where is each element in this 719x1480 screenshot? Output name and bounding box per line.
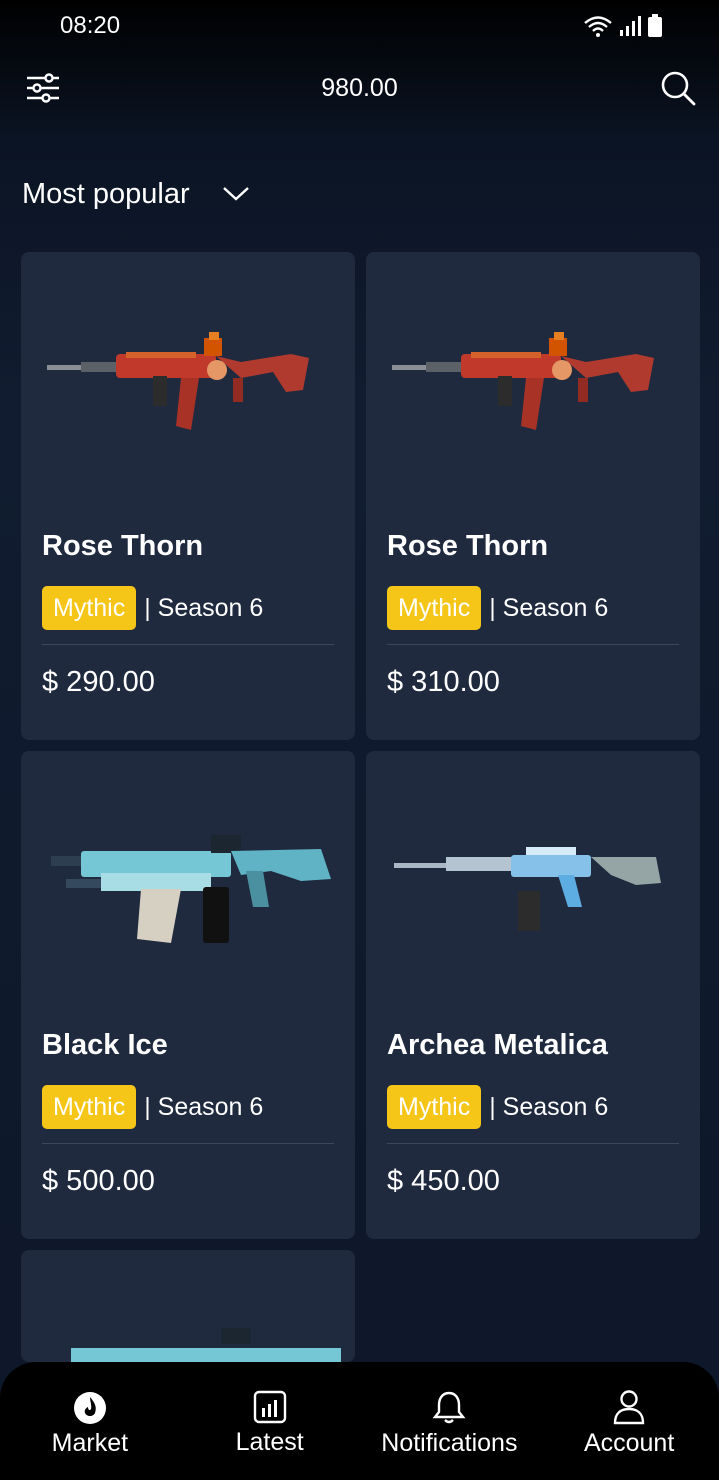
battery-icon [648, 14, 662, 37]
divider [42, 1143, 334, 1144]
item-price: $ 500.00 [42, 1165, 155, 1197]
season-label: | Season 6 [489, 1092, 609, 1121]
season-label: | Season 6 [489, 593, 609, 622]
rifle-rose-thorn-image [47, 332, 309, 430]
rifle-black-ice-image [71, 1328, 341, 1362]
item-meta: Mythic | Season 6 [387, 586, 608, 630]
season-label: | Season 6 [144, 1092, 264, 1121]
status-time: 08:20 [60, 12, 121, 39]
sort-dropdown[interactable]: Most popular [22, 168, 250, 220]
bar-chart-icon [253, 1390, 286, 1423]
user-icon [613, 1389, 645, 1424]
rifle-black-ice-image [51, 835, 331, 943]
item-card[interactable]: Rose Thorn Mythic | Season 6 $ 310.00 [366, 252, 700, 740]
rarity-badge: Mythic [387, 586, 482, 630]
item-meta: Mythic | Season 6 [387, 1085, 608, 1129]
nav-label: Account [583, 1428, 675, 1457]
item-price: $ 450.00 [387, 1165, 500, 1197]
item-card[interactable]: Rose Thorn Mythic | Season 6 $ 290.00 [21, 252, 355, 740]
item-card-partial[interactable] [21, 1250, 355, 1362]
signal-icon [620, 16, 641, 36]
item-name: Black Ice [42, 1029, 168, 1061]
season-label: | Season 6 [144, 593, 264, 622]
item-price: $ 290.00 [42, 666, 155, 698]
nav-label: Market [51, 1428, 129, 1457]
rifle-archea-metalica-image [394, 847, 661, 931]
item-name: Rose Thorn [387, 530, 549, 562]
status-icons [583, 14, 663, 38]
divider [387, 644, 679, 645]
nav-latest[interactable]: Latest [180, 1390, 360, 1457]
rarity-badge: Mythic [42, 586, 137, 630]
search-button[interactable] [659, 69, 697, 107]
item-price: $ 310.00 [387, 666, 500, 698]
nav-label: Notifications [381, 1428, 518, 1457]
chevron-down-icon [222, 187, 249, 201]
item-meta: Mythic | Season 6 [42, 586, 263, 630]
search-icon [661, 71, 696, 106]
top-bar: 980.00 [0, 58, 719, 118]
filter-button[interactable] [24, 69, 62, 107]
item-card[interactable]: Archea Metalica Mythic | Season 6 $ 450.… [366, 751, 700, 1239]
status-bar: 08:20 [0, 0, 719, 52]
item-card[interactable]: Black Ice Mythic | Season 6 $ 500.00 [21, 751, 355, 1239]
item-name: Archea Metalica [387, 1029, 608, 1061]
divider [387, 1143, 679, 1144]
divider [42, 644, 334, 645]
bottom-nav: Market Latest Notifications Account [0, 1362, 719, 1480]
rifle-rose-thorn-image [392, 332, 654, 430]
nav-market[interactable]: Market [0, 1389, 180, 1458]
wifi-icon [584, 16, 612, 37]
item-name: Rose Thorn [42, 530, 204, 562]
nav-account[interactable]: Account [539, 1389, 719, 1458]
nav-notifications[interactable]: Notifications [360, 1389, 540, 1458]
sliders-icon [27, 73, 59, 103]
item-meta: Mythic | Season 6 [42, 1085, 263, 1129]
rarity-badge: Mythic [42, 1085, 137, 1129]
fire-icon [73, 1391, 106, 1424]
rarity-badge: Mythic [387, 1085, 482, 1129]
bell-icon [432, 1391, 466, 1423]
sort-label: Most popular [22, 177, 190, 210]
item-grid: Rose Thorn Mythic | Season 6 $ 290.00 Ro… [21, 252, 700, 1362]
wallet-balance: 980.00 [321, 73, 398, 102]
nav-label: Latest [235, 1427, 304, 1456]
